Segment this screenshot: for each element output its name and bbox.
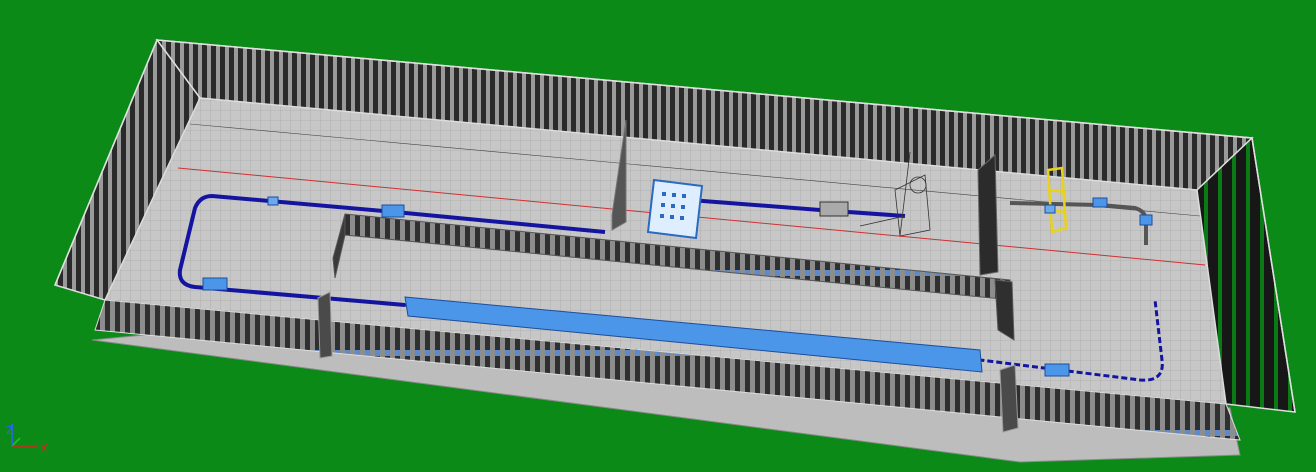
storage-rack[interactable]: [646, 178, 704, 240]
machine-station-4[interactable]: [267, 196, 279, 206]
3d-viewport[interactable]: X Z: [0, 0, 1316, 472]
front-partition-left: [317, 291, 333, 359]
right-bay-machine-2[interactable]: [1139, 214, 1153, 226]
right-bay-machine-3[interactable]: [1044, 204, 1056, 214]
robot-base[interactable]: [819, 201, 849, 217]
factory-scene[interactable]: [0, 0, 1316, 472]
z-axis-label: Z: [6, 424, 14, 437]
machine-station-2[interactable]: [202, 277, 228, 291]
y-axis-line: [11, 437, 21, 447]
front-partition-right: [999, 364, 1019, 433]
machine-station-3[interactable]: [1044, 363, 1070, 377]
divider-wall-mid: [977, 153, 999, 276]
right-bay-machine-1[interactable]: [1092, 197, 1108, 208]
machine-station-1[interactable]: [381, 204, 405, 218]
axis-triad: X Z: [6, 424, 48, 455]
x-axis-label: X: [40, 442, 48, 455]
